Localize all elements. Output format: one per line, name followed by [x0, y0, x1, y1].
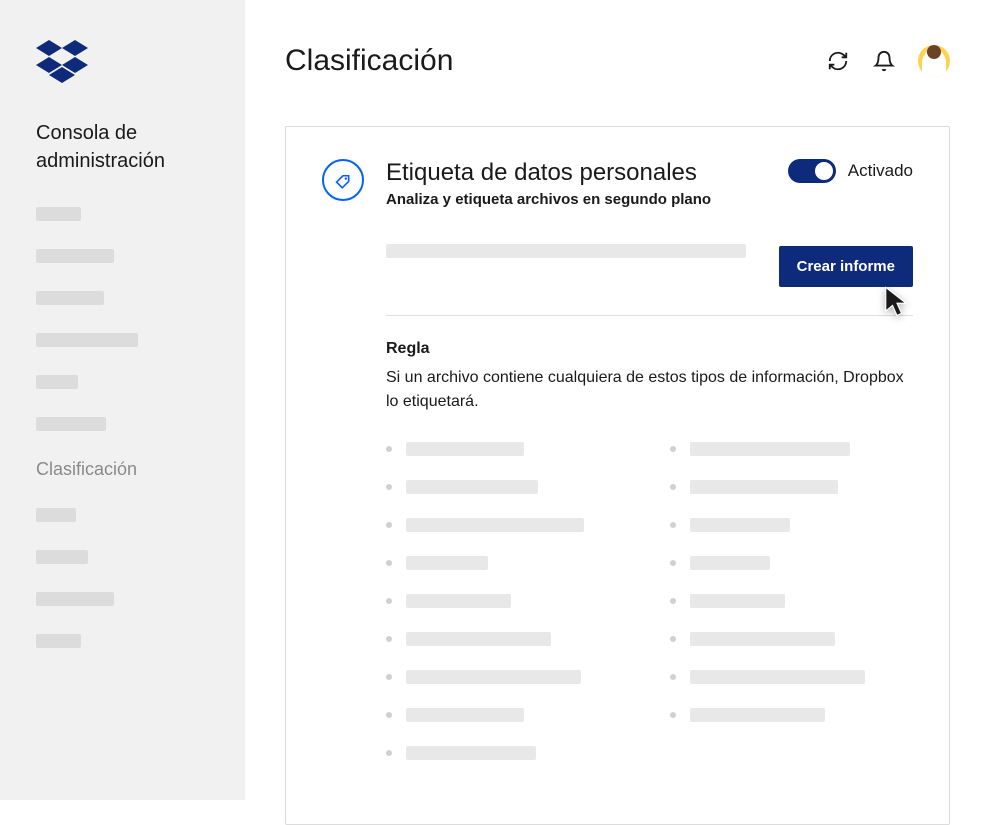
- header-actions: [826, 45, 950, 77]
- rule-item-placeholder: [690, 594, 785, 608]
- rule-item-placeholder: [690, 518, 790, 532]
- page-title: Clasificación: [285, 44, 453, 78]
- rule-item: [670, 594, 914, 608]
- rule-item: [670, 708, 914, 722]
- sidebar-item-placeholder[interactable]: [36, 550, 88, 564]
- avatar[interactable]: [918, 45, 950, 77]
- create-report-row: Crear informe: [322, 246, 913, 287]
- rule-item-placeholder: [690, 556, 770, 570]
- rule-item: [386, 556, 630, 570]
- sidebar-item-placeholder[interactable]: [36, 249, 114, 263]
- bullet-icon: [670, 522, 676, 528]
- toggle-wrapper: Activado: [788, 159, 913, 183]
- dropbox-logo-icon: [36, 40, 209, 89]
- rule-item-placeholder: [406, 556, 488, 570]
- toggle-switch[interactable]: [788, 159, 836, 183]
- bullet-icon: [670, 636, 676, 642]
- rule-item: [670, 670, 914, 684]
- rule-item: [386, 480, 630, 494]
- bullet-icon: [386, 560, 392, 566]
- bullet-icon: [386, 446, 392, 452]
- rule-item-placeholder: [406, 632, 551, 646]
- rule-item-placeholder: [406, 442, 524, 456]
- sidebar-item-placeholder[interactable]: [36, 634, 81, 648]
- sidebar-item-placeholder[interactable]: [36, 508, 76, 522]
- card-title: Etiqueta de datos personales: [386, 159, 766, 187]
- divider: [386, 315, 913, 316]
- bullet-icon: [670, 484, 676, 490]
- sidebar: Consola de administración Clasificación: [0, 0, 245, 800]
- rule-item: [386, 442, 630, 456]
- sidebar-item-placeholder[interactable]: [36, 592, 114, 606]
- sidebar-item-placeholder[interactable]: [36, 291, 104, 305]
- toggle-label: Activado: [848, 161, 913, 181]
- rule-item: [386, 670, 630, 684]
- bullet-icon: [386, 750, 392, 756]
- rule-item: [386, 708, 630, 722]
- bullet-icon: [386, 598, 392, 604]
- bullet-icon: [386, 484, 392, 490]
- rule-item: [386, 594, 630, 608]
- header: Clasificación: [285, 44, 950, 78]
- bullet-icon: [386, 522, 392, 528]
- bullet-icon: [386, 636, 392, 642]
- bullet-icon: [670, 560, 676, 566]
- rule-item-placeholder: [690, 708, 825, 722]
- rule-item: [670, 556, 914, 570]
- bullet-icon: [670, 712, 676, 718]
- sidebar-item-placeholder[interactable]: [36, 333, 138, 347]
- bullet-icon: [670, 598, 676, 604]
- bullet-icon: [670, 446, 676, 452]
- rule-item-placeholder: [406, 708, 524, 722]
- rule-item: [386, 518, 630, 532]
- create-report-button[interactable]: Crear informe: [779, 246, 913, 287]
- sidebar-item-placeholder[interactable]: [36, 417, 106, 431]
- rule-heading: Regla: [386, 340, 913, 358]
- rule-section: Regla Si un archivo contiene cualquiera …: [386, 340, 913, 784]
- rule-item: [670, 442, 914, 456]
- rule-item-placeholder: [406, 670, 581, 684]
- rule-description: Si un archivo contiene cualquiera de est…: [386, 366, 913, 414]
- cursor-icon: [879, 284, 915, 320]
- rule-item-placeholder: [406, 518, 584, 532]
- sidebar-item-placeholder[interactable]: [36, 375, 78, 389]
- rule-item-placeholder: [406, 746, 536, 760]
- rule-item: [386, 632, 630, 646]
- console-title: Consola de administración: [36, 119, 209, 175]
- bullet-icon: [386, 674, 392, 680]
- sidebar-item-placeholder[interactable]: [36, 207, 81, 221]
- rule-item-placeholder: [690, 632, 835, 646]
- sync-icon[interactable]: [826, 49, 850, 73]
- rule-item: [670, 518, 914, 532]
- main-content: Clasificación: [245, 0, 990, 800]
- rule-list: [386, 442, 913, 784]
- rule-item: [670, 480, 914, 494]
- bell-icon[interactable]: [872, 49, 896, 73]
- rule-item-placeholder: [690, 480, 838, 494]
- rule-item-placeholder: [690, 670, 865, 684]
- bullet-icon: [386, 712, 392, 718]
- sidebar-nav: Clasificación: [36, 207, 209, 648]
- tag-icon: [322, 159, 364, 201]
- rule-item: [670, 632, 914, 646]
- bullet-icon: [670, 674, 676, 680]
- rule-item-placeholder: [406, 480, 538, 494]
- rule-item: [386, 746, 630, 760]
- rule-item-placeholder: [406, 594, 511, 608]
- card-header: Etiqueta de datos personales Analiza y e…: [322, 159, 913, 208]
- card-subtitle: Analiza y etiqueta archivos en segundo p…: [386, 191, 766, 208]
- card-header-text: Etiqueta de datos personales Analiza y e…: [386, 159, 766, 208]
- sidebar-item-classification[interactable]: Clasificación: [36, 459, 209, 480]
- classification-card: Etiqueta de datos personales Analiza y e…: [285, 126, 950, 825]
- rule-item-placeholder: [690, 442, 850, 456]
